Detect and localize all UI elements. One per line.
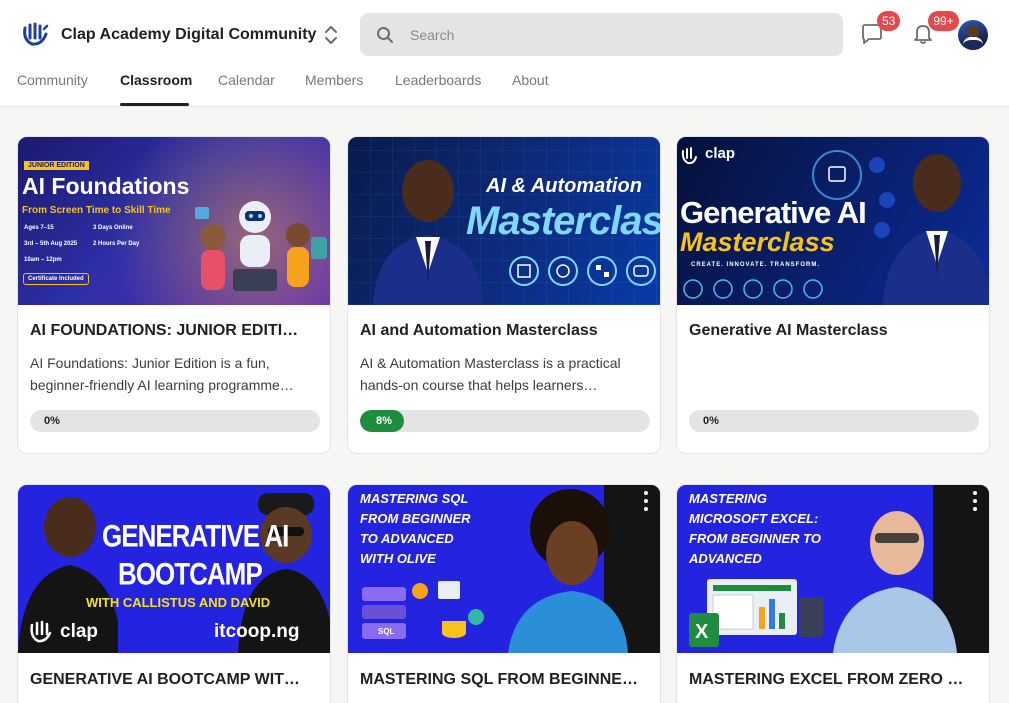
notification-count-badge: 99+ (928, 11, 959, 31)
thumb-line1: GENERATIVE AI (102, 517, 289, 554)
thumb-app-letter: X (695, 621, 709, 643)
instructor-photo (833, 511, 957, 653)
progress-label: 8% (376, 415, 392, 427)
thumb-db-label: SQL (378, 627, 395, 636)
thumb-detail: 2 Hours Per Day (93, 241, 140, 247)
thumb-line: MASTERING SQL (360, 491, 469, 506)
clap-logo-icon (18, 18, 52, 52)
thumb-line: TO ADVANCED (360, 531, 454, 546)
clap-logo-icon (30, 620, 52, 643)
thumb-line2: BOOTCAMP (118, 555, 263, 592)
course-thumbnail: JUNIOR EDITION AI Foundations From Scree… (18, 137, 330, 305)
tab-calendar[interactable]: Calendar (218, 72, 275, 88)
community-name: Clap Academy Digital Community (61, 26, 317, 43)
thumb-line1: AI & Automation (486, 175, 642, 197)
thumb-detail: Ages 7–15 (24, 225, 54, 231)
thumb-badge: Certificate Included (23, 273, 89, 285)
thumb-line3: WITH CALLISTUS AND DAVID (86, 595, 271, 610)
database-illustration (362, 581, 484, 639)
course-thumbnail: GENERATIVE AI BOOTCAMP WITH CALLISTUS AN… (18, 485, 330, 653)
course-title[interactable]: MASTERING SQL FROM BEGINNE… (360, 671, 650, 689)
thumb-subhead: From Screen Time to Skill Time (22, 205, 171, 216)
thumb-detail: 3rd – 5th Aug 2025 (24, 241, 78, 247)
community-nav-tabs: Community Classroom Calendar Members Lea… (0, 64, 1009, 107)
course-progress-bar: 0% (689, 410, 979, 432)
course-card[interactable]: clap Generative AI Masterclass CREATE. I… (676, 136, 990, 454)
thumb-detail: 10am – 12pm (24, 257, 62, 263)
thumb-line: ADVANCED (689, 551, 762, 566)
course-card[interactable]: JUNIOR EDITION AI Foundations From Scree… (17, 136, 331, 454)
course-card[interactable]: AI & Automation Masterclass AI and Autom… (347, 136, 661, 454)
thumb-line: WITH OLIVE (360, 551, 436, 566)
community-brand[interactable]: Clap Academy Digital Community (18, 16, 316, 54)
tab-about[interactable]: About (512, 72, 549, 88)
thumb-line2: Masterclass (680, 227, 835, 257)
search-icon (377, 26, 393, 43)
search-input[interactable] (410, 26, 810, 43)
thumb-line: MASTERING (689, 491, 767, 506)
thumb-line: FROM BEGINNER (360, 511, 471, 526)
thumb-headline: AI Foundations (22, 173, 190, 199)
thumb-brand: clap (60, 621, 99, 642)
tab-community[interactable]: Community (17, 72, 88, 88)
search-bar[interactable] (360, 13, 843, 56)
course-progress-bar: 0% (30, 410, 320, 432)
course-title[interactable]: AI and Automation Masterclass (360, 322, 650, 340)
course-description: AI Foundations: Junior Edition is a fun,… (30, 355, 294, 393)
community-switcher-icon[interactable] (320, 23, 342, 47)
course-card[interactable]: GENERATIVE AI BOOTCAMP WITH CALLISTUS AN… (17, 484, 331, 703)
feature-icons-row (683, 279, 823, 299)
course-title[interactable]: AI FOUNDATIONS: JUNIOR EDITI… (30, 322, 320, 340)
course-thumbnail: AI & Automation Masterclass (348, 137, 661, 305)
more-options-icon[interactable] (971, 491, 979, 515)
instructor-photo (508, 489, 628, 653)
course-title[interactable]: Generative AI Masterclass (689, 322, 979, 340)
chat-count-badge: 53 (877, 11, 901, 31)
top-header: Clap Academy Digital Community 53 99+ Co… (0, 0, 1009, 107)
course-progress-bar: 8% (360, 410, 650, 432)
thumb-detail: 3 Days Online (93, 225, 133, 231)
kids-robot-illustration (195, 201, 327, 291)
more-options-icon[interactable] (642, 491, 650, 515)
tab-members[interactable]: Members (305, 72, 363, 88)
thumb-brand: clap (705, 145, 736, 162)
course-title[interactable]: MASTERING EXCEL FROM ZERO … (689, 671, 979, 689)
thumb-line: FROM BEGINNER TO (689, 531, 821, 546)
thumb-line1: Generative AI (680, 195, 867, 230)
course-card[interactable]: MASTERING SQL FROM BEGINNER TO ADVANCED … (347, 484, 661, 703)
course-thumbnail: clap Generative AI Masterclass CREATE. I… (677, 137, 989, 305)
thumb-tagline: CREATE. INNOVATE. TRANSFORM. (691, 262, 820, 268)
course-description: AI & Automation Masterclass is a practic… (360, 355, 621, 393)
tab-classroom[interactable]: Classroom (120, 72, 192, 88)
thumb-partner: itcoop.ng (214, 621, 300, 642)
course-thumbnail: MASTERING MICROSOFT EXCEL: FROM BEGINNER… (677, 485, 989, 653)
instructor-photo (883, 154, 989, 305)
course-thumbnail: MASTERING SQL FROM BEGINNER TO ADVANCED … (348, 485, 660, 653)
automation-icons-row (509, 256, 656, 286)
thumb-line: MICROSOFT EXCEL: (689, 511, 819, 526)
thumb-line2: Masterclass (466, 199, 661, 243)
tab-leaderboards[interactable]: Leaderboards (395, 72, 481, 88)
course-title[interactable]: GENERATIVE AI BOOTCAMP WIT… (30, 671, 320, 689)
thumb-tag: JUNIOR EDITION (24, 161, 89, 170)
active-tab-indicator (120, 103, 189, 106)
course-card[interactable]: MASTERING MICROSOFT EXCEL: FROM BEGINNER… (676, 484, 990, 703)
user-avatar[interactable] (958, 20, 988, 50)
progress-label: 0% (703, 415, 719, 427)
progress-label: 0% (44, 415, 60, 427)
avatar-suit (963, 37, 983, 50)
